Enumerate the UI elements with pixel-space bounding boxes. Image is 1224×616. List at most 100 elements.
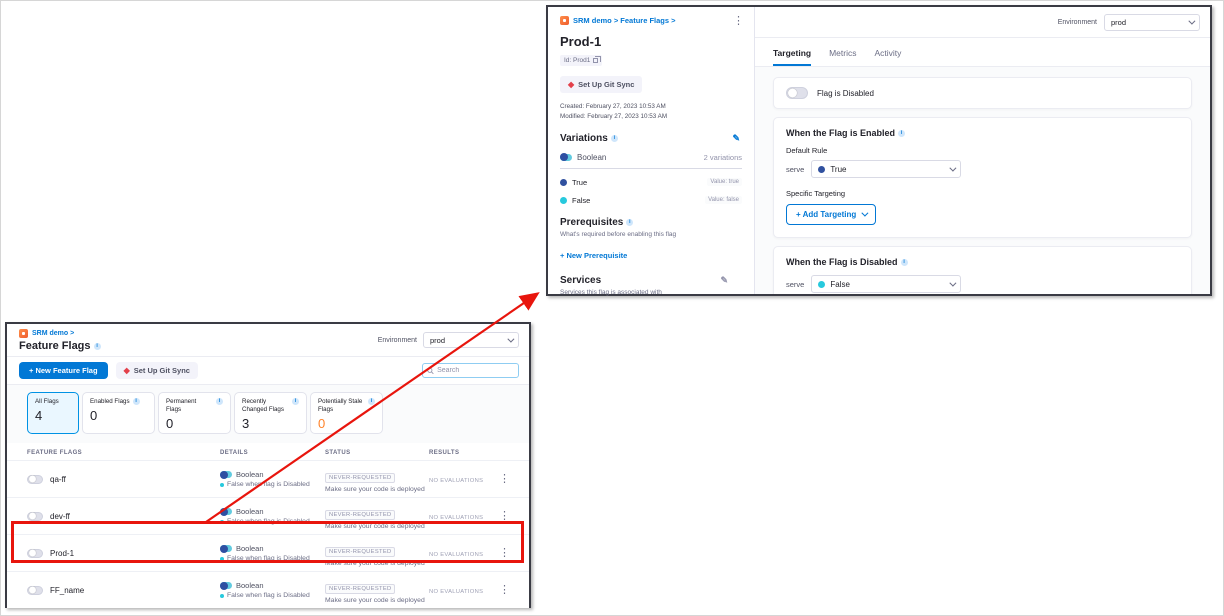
variation-row-true: True Value: true — [560, 178, 742, 187]
info-icon[interactable] — [898, 130, 905, 137]
status-text: Make sure your code is deployed — [325, 560, 429, 567]
environment-select[interactable]: prod — [423, 332, 519, 348]
environment-bar: Environment prod — [755, 7, 1210, 38]
info-icon[interactable] — [626, 219, 633, 226]
row-options-menu-icon[interactable]: ⋮ — [499, 511, 517, 522]
status-badge: NEVER-REQUESTED — [325, 473, 395, 483]
tab-activity[interactable]: Activity — [874, 48, 901, 66]
info-icon[interactable] — [901, 259, 908, 266]
stats-row: All Flags 4 Enabled Flags 0 Permanent Fl… — [7, 385, 529, 443]
flag-name: qa-ff — [50, 475, 66, 484]
evaluations-text: NO EVALUATIONS — [429, 589, 499, 595]
true-variation-value: Value: true — [707, 178, 742, 186]
stat-card[interactable]: Enabled Flags 0 — [82, 392, 155, 434]
col-details: DETAILS — [220, 450, 325, 456]
feature-flags-list-panel: SRM demo > Feature Flags Environment pro… — [5, 322, 531, 608]
flag-detail-sidebar: SRM demo > Feature Flags > ⋮ Prod-1 Id: … — [548, 7, 755, 294]
search-input[interactable] — [437, 367, 514, 374]
chevron-down-icon — [950, 279, 957, 286]
row-options-menu-icon[interactable]: ⋮ — [499, 585, 517, 596]
flag-detail-text: False when flag is Disabled — [227, 592, 310, 599]
new-feature-flag-button[interactable]: + New Feature Flag — [19, 362, 108, 379]
serve-label: serve — [786, 165, 804, 174]
specific-targeting-label: Specific Targeting — [786, 189, 1179, 198]
variations-type: Boolean — [577, 153, 606, 162]
stat-card[interactable]: Recently Changed Flags 3 — [234, 392, 307, 434]
environment-label: Environment — [1058, 19, 1097, 26]
flag-options-menu-icon[interactable]: ⋮ — [733, 16, 744, 27]
flag-toggle[interactable] — [27, 586, 43, 595]
info-icon[interactable] — [292, 398, 299, 405]
boolean-type-icon — [220, 471, 232, 478]
status-text: Make sure your code is deployed — [325, 523, 429, 530]
srm-module-icon — [19, 329, 28, 338]
default-rule-serve-select[interactable]: True — [811, 160, 961, 178]
setup-git-sync-button[interactable]: ◆ Set Up Git Sync — [560, 76, 642, 93]
tab-targeting[interactable]: Targeting — [773, 48, 811, 66]
stat-card[interactable]: Potentially Stale Flags 0 — [310, 392, 383, 434]
flag-detail-text: False when flag is Disabled — [227, 555, 310, 562]
edit-services-icon[interactable]: ✎ — [720, 276, 728, 285]
false-variation-dot-icon — [220, 483, 224, 487]
variations-type-row: Boolean 2 variations — [560, 153, 742, 169]
status-badge: NEVER-REQUESTED — [325, 584, 395, 594]
stat-value: 4 — [35, 408, 71, 423]
serve-label: serve — [786, 280, 804, 289]
flag-toggle[interactable] — [27, 549, 43, 558]
disabled-section-heading: When the Flag is Disabled — [786, 257, 1179, 267]
disabled-rules-card: When the Flag is Disabled serve False — [773, 246, 1192, 294]
flag-detail-text: False when flag is Disabled — [227, 518, 310, 525]
breadcrumb-links[interactable]: SRM demo > Feature Flags > — [573, 16, 676, 25]
flag-toggle[interactable] — [27, 512, 43, 521]
flag-type: Boolean — [236, 507, 264, 516]
flag-detail-text: False when flag is Disabled — [227, 481, 310, 488]
copy-icon[interactable] — [593, 58, 598, 63]
targeting-tab-content: Flag is Disabled When the Flag is Enable… — [755, 67, 1210, 294]
flag-enabled-toggle[interactable] — [786, 87, 808, 99]
boolean-type-icon — [220, 545, 232, 552]
add-targeting-button[interactable]: + Add Targeting — [786, 204, 876, 225]
flag-id-chip[interactable]: Id: Prod1 — [560, 55, 602, 66]
environment-select[interactable]: prod — [1104, 14, 1200, 31]
table-row[interactable]: Prod-1 Boolean False when flag is Disabl… — [7, 534, 529, 571]
flag-toggle[interactable] — [27, 475, 43, 484]
false-variation-dot-icon — [220, 520, 224, 524]
table-body: qa-ff Boolean False when flag is Disable… — [7, 460, 529, 608]
default-rule-label: Default Rule — [786, 146, 1179, 155]
git-sync-icon: ◆ — [124, 367, 130, 375]
setup-git-sync-button[interactable]: ◆ Set Up Git Sync — [116, 362, 198, 379]
table-row[interactable]: qa-ff Boolean False when flag is Disable… — [7, 460, 529, 497]
status-badge: NEVER-REQUESTED — [325, 547, 395, 557]
breadcrumb: SRM demo > Feature Flags > — [560, 16, 742, 25]
info-icon[interactable] — [133, 398, 140, 405]
breadcrumb-links[interactable]: SRM demo > — [32, 330, 74, 337]
true-variation-dot-icon — [818, 166, 825, 173]
row-options-menu-icon[interactable]: ⋮ — [499, 474, 517, 485]
chevron-down-icon — [1188, 17, 1195, 24]
boolean-type-icon — [560, 154, 572, 161]
stat-card[interactable]: All Flags 4 — [27, 392, 79, 434]
status-badge: NEVER-REQUESTED — [325, 510, 395, 520]
flag-state-label: Flag is Disabled — [817, 89, 874, 98]
stat-value: 0 — [318, 416, 375, 431]
stat-card[interactable]: Permanent Flags 0 — [158, 392, 231, 434]
col-status: STATUS — [325, 450, 429, 456]
evaluations-text: NO EVALUATIONS — [429, 515, 499, 521]
srm-module-icon — [560, 16, 569, 25]
row-options-menu-icon[interactable]: ⋮ — [499, 548, 517, 559]
edit-variations-icon[interactable]: ✎ — [732, 134, 740, 143]
info-icon[interactable] — [368, 398, 375, 405]
flag-detail-panel: SRM demo > Feature Flags > ⋮ Prod-1 Id: … — [546, 5, 1212, 296]
new-prerequisite-link[interactable]: + New Prerequisite — [560, 251, 627, 260]
disabled-serve-select[interactable]: False — [811, 275, 961, 293]
tab-metrics[interactable]: Metrics — [829, 48, 856, 66]
table-row[interactable]: dev-ff Boolean False when flag is Disabl… — [7, 497, 529, 534]
evaluations-text: NO EVALUATIONS — [429, 552, 499, 558]
table-row[interactable]: FF_name Boolean False when flag is Disab… — [7, 571, 529, 608]
enabled-rules-card: When the Flag is Enabled Default Rule se… — [773, 117, 1192, 238]
services-heading: Services ✎ — [560, 275, 742, 286]
info-icon[interactable] — [216, 398, 223, 405]
false-variation-value: Value: false — [705, 196, 742, 204]
info-icon[interactable] — [611, 135, 618, 142]
info-icon[interactable] — [94, 343, 101, 350]
